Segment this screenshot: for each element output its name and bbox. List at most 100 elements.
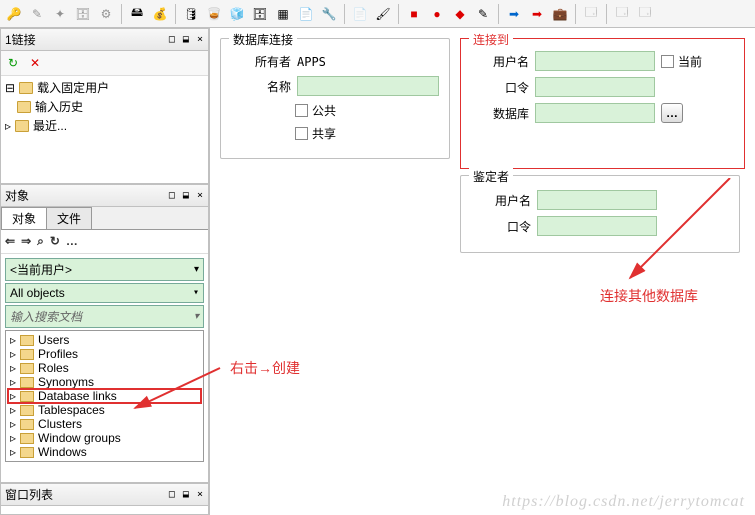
folder-icon [20, 335, 34, 346]
name-field[interactable] [297, 76, 439, 96]
window-icon[interactable]: 🗔 [581, 4, 601, 24]
tree-item-window-groups[interactable]: ▹Window groups [8, 431, 201, 445]
refresh-icon[interactable]: ↻ [3, 53, 23, 73]
group-connect-to: 连接到 用户名当前 口令 数据库… [460, 38, 745, 169]
tab-objects[interactable]: 对象 [1, 207, 47, 229]
db2-icon[interactable]: 🗄 [250, 4, 270, 24]
user-dropdown[interactable]: <当前用户> [5, 258, 204, 281]
current-checkbox[interactable]: 当前 [661, 53, 702, 70]
folder-icon [20, 419, 34, 430]
gear-icon[interactable]: ⚙ [96, 4, 116, 24]
doc2-icon[interactable]: 📄 [350, 4, 370, 24]
folder-icon [20, 447, 34, 458]
tree-item-synonyms[interactable]: ▹Synonyms [8, 375, 201, 389]
folder-icon [15, 120, 29, 132]
objects-tree[interactable]: ▹Users ▹Profiles ▹Roles ▹Synonyms ▹Datab… [5, 330, 204, 462]
search-input[interactable]: 输入搜索文档 [5, 305, 204, 328]
browse-button[interactable]: … [661, 103, 683, 123]
database-label: 数据库 [469, 105, 529, 122]
tree-item-windows[interactable]: ▹Windows [8, 445, 201, 459]
tree-label: 最近... [33, 117, 67, 134]
doc-icon[interactable]: 📄 [296, 4, 316, 24]
annotation-right-click: 右击→创建 [230, 358, 300, 378]
links-tree[interactable]: ⊟载入固定用户 输入历史 ▹最近... [1, 76, 208, 183]
sparkle-icon[interactable]: ✦ [50, 4, 70, 24]
main-toolbar: 🔑 ✎ ✦ 🗄 ⚙ 🖴 💰 🛢 🥃 🧊 🗄 ▦ 📄 🔧 📄 🖌 ■ ● ◆ ✎ … [0, 0, 755, 28]
red3-icon[interactable]: ◆ [450, 4, 470, 24]
tree-item[interactable]: ⊟载入固定用户 [3, 78, 206, 97]
cup-icon[interactable]: 🧊 [227, 4, 247, 24]
edit-icon[interactable]: ✎ [27, 4, 47, 24]
folder-icon [20, 377, 34, 388]
db-down-icon[interactable]: 🛢 [181, 4, 201, 24]
brush-icon[interactable]: 🖌 [373, 4, 393, 24]
search-placeholder: 输入搜索文档 [10, 308, 82, 325]
more-icon[interactable]: … [66, 234, 78, 249]
panel-objects: 对象 □ ⬓ × 对象 文件 ⇐ ⇒ ⌕ ↻ … <当前用户> All obje… [0, 184, 209, 483]
folder-icon [20, 391, 34, 402]
shared-checkbox[interactable]: 共享 [295, 125, 336, 142]
tree-item[interactable]: ▹最近... [3, 116, 206, 135]
tree-item-clusters[interactable]: ▹Clusters [8, 417, 201, 431]
tree-item-database-links[interactable]: ▹Database links [8, 389, 201, 403]
nav-back-icon[interactable]: ⇐ [5, 234, 15, 249]
arrow-blue-icon[interactable]: ➡ [504, 4, 524, 24]
refresh-icon[interactable]: ↻ [50, 234, 60, 249]
group-authenticator: 鉴定者 用户名 口令 [460, 175, 740, 253]
auth-password-field[interactable] [537, 216, 657, 236]
key-icon[interactable]: 🔑 [4, 4, 24, 24]
panel-controls[interactable]: □ ⬓ × [169, 489, 204, 500]
red2-icon[interactable]: ● [427, 4, 447, 24]
tree-label: 输入历史 [35, 98, 83, 115]
panel-window-list-title: 窗口列表 [5, 486, 169, 503]
group-db-connection: 数据库连接 所有者APPS 名称 公共 共享 [220, 38, 450, 159]
auth-password-label: 口令 [471, 218, 531, 235]
dropdown-value: All objects [10, 286, 65, 300]
disk-icon[interactable]: 🖴 [127, 4, 147, 24]
owner-label: 所有者 [231, 53, 291, 70]
user-field[interactable] [535, 51, 655, 71]
db-icon[interactable]: 🗄 [73, 4, 93, 24]
folder-icon [20, 349, 34, 360]
auth-user-field[interactable] [537, 190, 657, 210]
nav-fwd-icon[interactable]: ⇒ [21, 234, 31, 249]
binocular-icon[interactable]: ⌕ [37, 234, 44, 249]
dropdown-value: <当前用户> [10, 261, 72, 278]
folder-icon [20, 433, 34, 444]
tree-label: 载入固定用户 [37, 79, 109, 96]
watermark: https://blog.csdn.net/jerrytomcat [502, 493, 745, 511]
panel-window-list: 窗口列表 □ ⬓ × [0, 483, 209, 515]
grid-icon[interactable]: ▦ [273, 4, 293, 24]
folder-icon [19, 82, 33, 94]
close-icon[interactable]: ✕ [25, 53, 45, 73]
panel-links-title: 1链接 [5, 31, 169, 48]
panel-objects-title: 对象 [5, 187, 169, 204]
briefcase-icon[interactable]: 💼 [550, 4, 570, 24]
window2-icon[interactable]: 🗔 [612, 4, 632, 24]
folder-icon [20, 405, 34, 416]
brush2-icon[interactable]: ✎ [473, 4, 493, 24]
owner-value: APPS [297, 55, 326, 69]
filter-dropdown[interactable]: All objects [5, 283, 204, 303]
tree-item[interactable]: 输入历史 [3, 97, 206, 116]
window3-icon[interactable]: 🗔 [635, 4, 655, 24]
group-title: 鉴定者 [469, 168, 513, 185]
arrow-red-icon[interactable]: ➡ [527, 4, 547, 24]
wrench-icon[interactable]: 🔧 [319, 4, 339, 24]
password-field[interactable] [535, 77, 655, 97]
tree-item-tablespaces[interactable]: ▹Tablespaces [8, 403, 201, 417]
red1-icon[interactable]: ■ [404, 4, 424, 24]
public-checkbox[interactable]: 公共 [295, 102, 336, 119]
panel-controls[interactable]: □ ⬓ × [169, 190, 204, 201]
money-icon[interactable]: 💰 [150, 4, 170, 24]
user-label: 用户名 [469, 53, 529, 70]
annotation-connect-other: 连接其他数据库 [600, 286, 698, 306]
database-field[interactable] [535, 103, 655, 123]
tree-item-users[interactable]: ▹Users [8, 333, 201, 347]
tab-files[interactable]: 文件 [46, 207, 92, 229]
tree-item-profiles[interactable]: ▹Profiles [8, 347, 201, 361]
folder-icon [17, 101, 31, 113]
tree-item-roles[interactable]: ▹Roles [8, 361, 201, 375]
barrel-icon[interactable]: 🥃 [204, 4, 224, 24]
panel-controls[interactable]: □ ⬓ × [169, 34, 204, 45]
